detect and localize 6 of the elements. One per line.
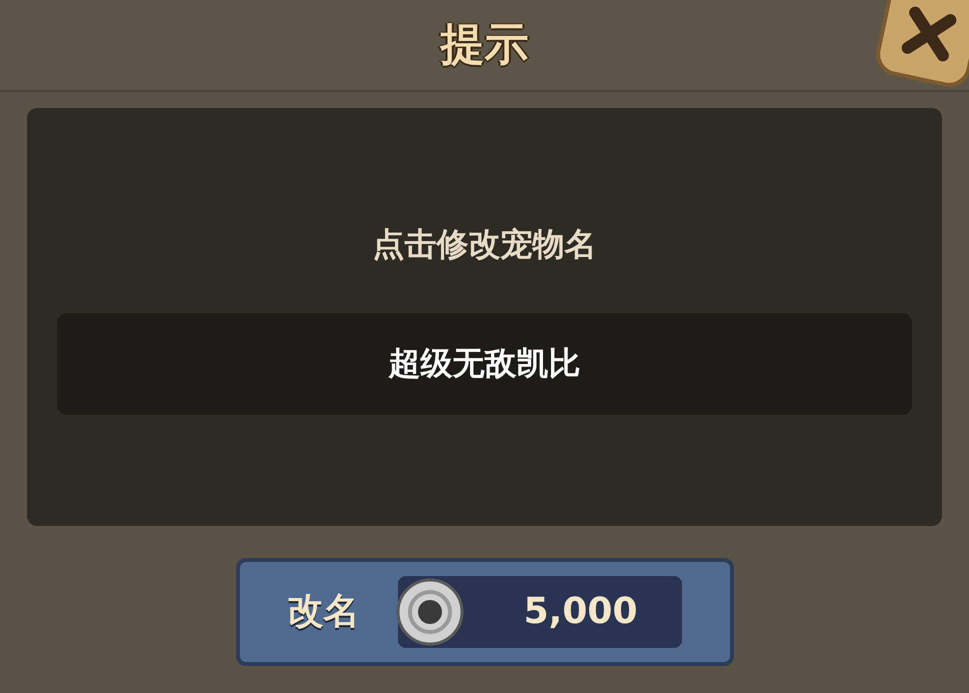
rename-button[interactable]: 改名 5,000: [236, 558, 734, 666]
prompt-text: 点击修改宠物名: [372, 224, 596, 265]
dialog-title: 提示: [440, 18, 528, 72]
name-input-field[interactable]: 超级无敌凯比: [57, 313, 912, 415]
coin-icon: [394, 576, 466, 648]
cost-text: 5,000: [524, 590, 638, 634]
